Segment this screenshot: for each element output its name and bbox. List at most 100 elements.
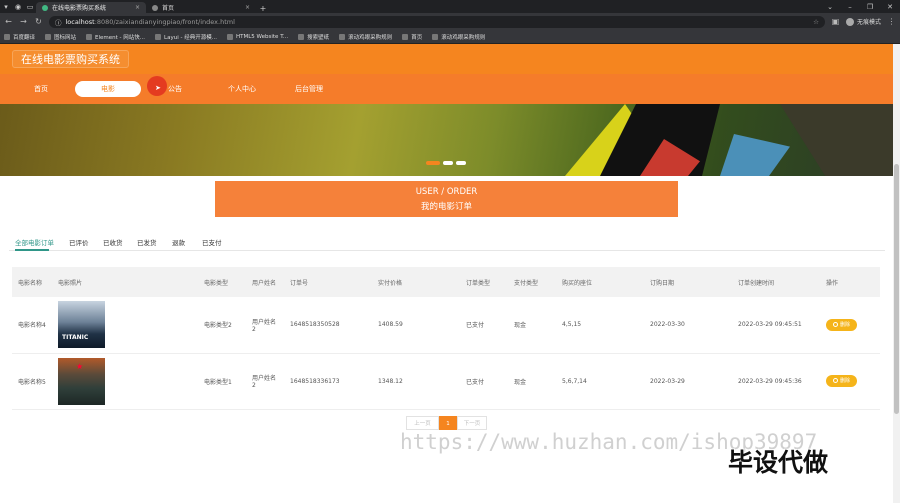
browser-tab-system[interactable]: 在线电影票购买系统 × <box>36 2 146 13</box>
section-title-cn: 我的电影订单 <box>420 202 472 212</box>
bookmark-item[interactable]: 图标网站 <box>45 33 76 41</box>
bookmark-item[interactable]: Element - 网站快... <box>86 33 145 41</box>
window-controls: ⌄ – ❐ ✕ <box>820 0 900 13</box>
new-tab-button[interactable]: + <box>256 4 270 13</box>
browser-tab-strip: ▾ ◉ ▭ 在线电影票购买系统 × 首页 × + ⌄ – ❐ ✕ <box>0 0 900 13</box>
delete-button[interactable]: 删除 <box>826 318 857 331</box>
reload-icon[interactable]: ↻ <box>34 17 43 26</box>
tab-all-orders[interactable]: 全部电影订单 <box>15 237 54 247</box>
page-number-button[interactable]: 1 <box>439 416 457 430</box>
tab-reviewed[interactable]: 已评价 <box>69 237 89 247</box>
star-icon[interactable]: ☆ <box>813 18 819 26</box>
watermark-brand: 毕设代做 <box>728 448 829 477</box>
nav-item-home[interactable]: 首页 <box>20 81 62 97</box>
column-header: 用户姓名 <box>246 267 284 297</box>
back-icon[interactable]: ← <box>4 17 13 26</box>
bookmark-icon <box>45 33 52 40</box>
tab-title: 首页 <box>162 5 175 12</box>
globe-icon <box>152 4 158 11</box>
cell-created: 2022-03-29 09:45:51 <box>732 297 820 354</box>
cursor-icon: ➤ <box>155 84 161 92</box>
tab-search-icon[interactable]: ▾ <box>0 1 12 13</box>
bookmark-item[interactable]: 百度翻译 <box>4 33 35 41</box>
section-title-box: USER / ORDER 我的电影订单 <box>215 181 678 217</box>
close-icon[interactable]: × <box>245 4 250 11</box>
chevron-down-icon[interactable]: ⌄ <box>820 3 840 11</box>
cell-date: 2022-03-30 <box>644 297 732 354</box>
bookmark-item[interactable]: HTML5 Website T... <box>226 33 288 40</box>
bookmark-item[interactable]: 滚动鸡眼采购规则 <box>339 33 392 41</box>
extension-icon[interactable]: ▣ <box>831 17 840 26</box>
info-icon[interactable]: ⓘ <box>55 17 62 27</box>
url-host: localhost <box>65 17 95 26</box>
delete-icon <box>832 321 838 327</box>
more-icon[interactable]: ⋮ <box>887 17 896 26</box>
cell-seats: 5,6,7,14 <box>556 353 644 410</box>
column-header: 支付类型 <box>508 267 556 297</box>
cell-poster <box>52 297 198 354</box>
tab-title: 在线电影票购买系统 <box>52 5 107 12</box>
nav-item-movies[interactable]: 电影 <box>75 81 141 97</box>
column-header: 订购日期 <box>644 267 732 297</box>
bookmark-icon <box>432 33 439 40</box>
scrollbar-thumb[interactable] <box>894 164 899 414</box>
prev-page-button[interactable]: 上一页 <box>406 416 439 430</box>
window-icon[interactable]: ▭ <box>24 1 36 13</box>
cell-action: 删除 <box>820 353 880 410</box>
delete-icon <box>832 378 838 383</box>
order-tabs: 全部电影订单 已评价 已收货 已发货 退款 已支付 <box>9 235 885 251</box>
tab-refund[interactable]: 退款 <box>172 237 185 247</box>
bookmark-icon <box>402 33 409 40</box>
bookmark-item[interactable]: Layui - 经典开源模... <box>155 33 217 41</box>
browser-menu-icon[interactable]: ◉ <box>12 1 24 13</box>
url-path: :8080/zaixiandianyingpiao/front/index.ht… <box>94 17 235 26</box>
site-brand[interactable]: 在线电影票购买系统 <box>12 50 129 68</box>
cell-poster <box>52 353 198 410</box>
bookmark-item[interactable]: 首页 <box>402 33 422 41</box>
minimize-icon[interactable]: – <box>840 3 860 11</box>
column-header: 订单类型 <box>460 267 508 297</box>
browser-tab-home[interactable]: 首页 × <box>146 2 256 13</box>
column-header: 订单号 <box>284 267 372 297</box>
address-bar: ← → ↻ ⓘ localhost:8080/zaixiandianyingpi… <box>0 13 900 30</box>
cell-created: 2022-03-29 09:45:36 <box>732 353 820 410</box>
url-input[interactable]: ⓘ localhost:8080/zaixiandianyingpiao/fro… <box>49 15 825 28</box>
close-window-icon[interactable]: ✕ <box>880 3 900 11</box>
cell-order-no: 1648518350528 <box>284 297 372 354</box>
nav-item-admin[interactable]: 后台管理 <box>285 81 333 97</box>
cell-price: 1348.12 <box>372 353 460 410</box>
movie-poster-image[interactable] <box>58 301 105 349</box>
tab-received[interactable]: 已收货 <box>103 237 123 247</box>
cell-pay-type: 现金 <box>508 297 556 354</box>
cell-movie-name: 电影名称5 <box>12 353 52 410</box>
tab-paid[interactable]: 已支付 <box>202 237 222 247</box>
column-header: 电影照片 <box>52 267 198 297</box>
incognito-icon <box>845 17 854 26</box>
restore-icon[interactable]: ❐ <box>860 3 880 11</box>
next-page-button[interactable]: 下一页 <box>457 416 487 430</box>
profile-button[interactable]: 无痕模式 <box>845 17 881 26</box>
movie-poster-image[interactable] <box>58 357 105 405</box>
pagination: 上一页 1 下一页 <box>406 416 487 430</box>
carousel-indicators <box>426 161 466 165</box>
carousel-dot[interactable] <box>456 161 466 165</box>
cell-order-no: 1648518336173 <box>284 353 372 410</box>
cell-movie-name: 电影名称4 <box>12 297 52 354</box>
tab-shipped[interactable]: 已发货 <box>137 237 157 247</box>
carousel-dot[interactable] <box>443 161 453 165</box>
cell-order-type: 已支付 <box>460 297 508 354</box>
nav-item-user-center[interactable]: 个人中心 <box>218 81 266 97</box>
page-scrollbar[interactable] <box>893 44 900 503</box>
bookmarks-bar: 百度翻译 图标网站 Element - 网站快... Layui - 经典开源模… <box>0 30 900 44</box>
carousel-dot[interactable] <box>426 161 440 165</box>
delete-button[interactable]: 删除 <box>826 375 857 387</box>
bookmark-item[interactable]: 滚动鸡眼采购规则 <box>432 33 485 41</box>
close-icon[interactable]: × <box>135 4 140 11</box>
bookmark-item[interactable]: 搜索壁纸 <box>298 33 329 41</box>
main-nav: 首页 电影 公告 个人中心 后台管理 <box>0 74 893 104</box>
table-row: 电影名称4 电影类型2 用户姓名2 1648518350528 1408.59 … <box>12 297 880 354</box>
cell-pay-type: 现金 <box>508 353 556 410</box>
forward-icon[interactable]: → <box>19 17 28 26</box>
banner-carousel[interactable] <box>0 104 893 176</box>
cell-action: 删除 <box>820 297 880 354</box>
